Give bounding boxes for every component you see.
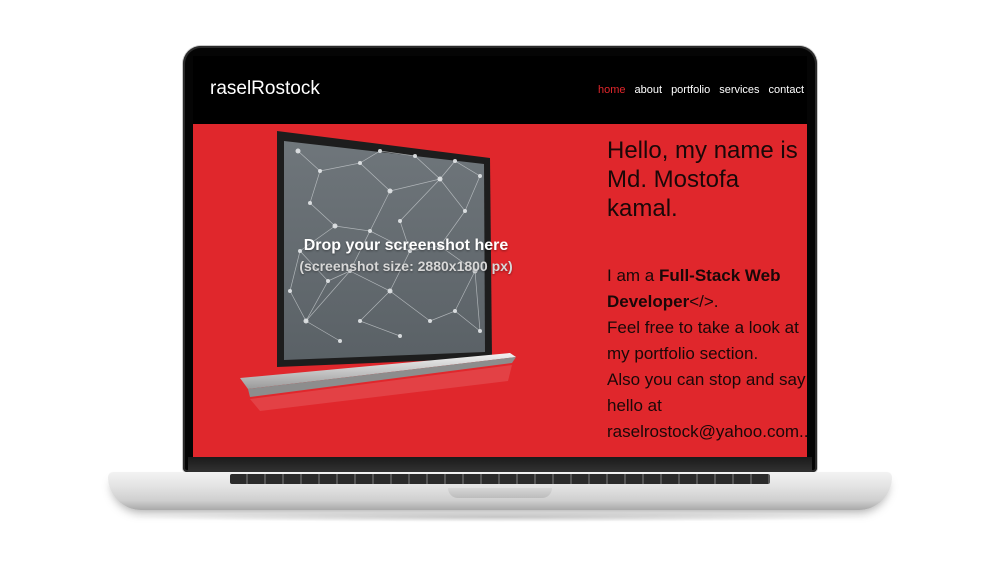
laptop-keyboard-edge: [230, 474, 770, 484]
placeholder-title: Drop your screenshot here: [303, 237, 509, 254]
greeting-heading: Hello, my name is Md. Mostofa kamal.: [607, 136, 807, 223]
placeholder-subtitle: (screenshot size: 2880x1800 px): [299, 258, 513, 274]
bio-code-symbol: </>.: [689, 292, 719, 311]
laptop-screen: raselRostock home about portfolio servic…: [193, 56, 807, 457]
intro-block: Hello, my name is Md. Mostofa kamal. I a…: [607, 136, 807, 445]
greeting-line-1: Hello, my name is: [607, 137, 798, 164]
nav-home[interactable]: home: [598, 84, 626, 96]
main-nav: home about portfolio services contact: [598, 84, 804, 96]
site-logo[interactable]: raselRostock: [210, 78, 320, 100]
site-header: raselRostock home about portfolio servic…: [193, 56, 807, 124]
laptop-opening-notch: [448, 488, 552, 498]
greeting-line-2: Md. Mostofa kamal.: [607, 166, 740, 222]
bio-contact-line: Also you can stop and say hello at rasel…: [607, 370, 807, 441]
laptop-mockup-image: Drop your screenshot here (screenshot si…: [240, 131, 523, 411]
laptop-shadow: [120, 512, 880, 522]
nav-portfolio[interactable]: portfolio: [671, 84, 710, 96]
bio-prefix: I am a: [607, 266, 659, 285]
hero-section: Drop your screenshot here (screenshot si…: [193, 124, 807, 457]
bio-text: I am a Full-Stack Web Developer</>. Feel…: [607, 263, 807, 445]
screenshot-placeholder-text: Drop your screenshot here (screenshot si…: [291, 236, 521, 276]
nav-services[interactable]: services: [719, 84, 759, 96]
nav-about[interactable]: about: [635, 84, 663, 96]
bio-portfolio-line: Feel free to take a look at my portfolio…: [607, 318, 799, 363]
nav-contact[interactable]: contact: [769, 84, 804, 96]
